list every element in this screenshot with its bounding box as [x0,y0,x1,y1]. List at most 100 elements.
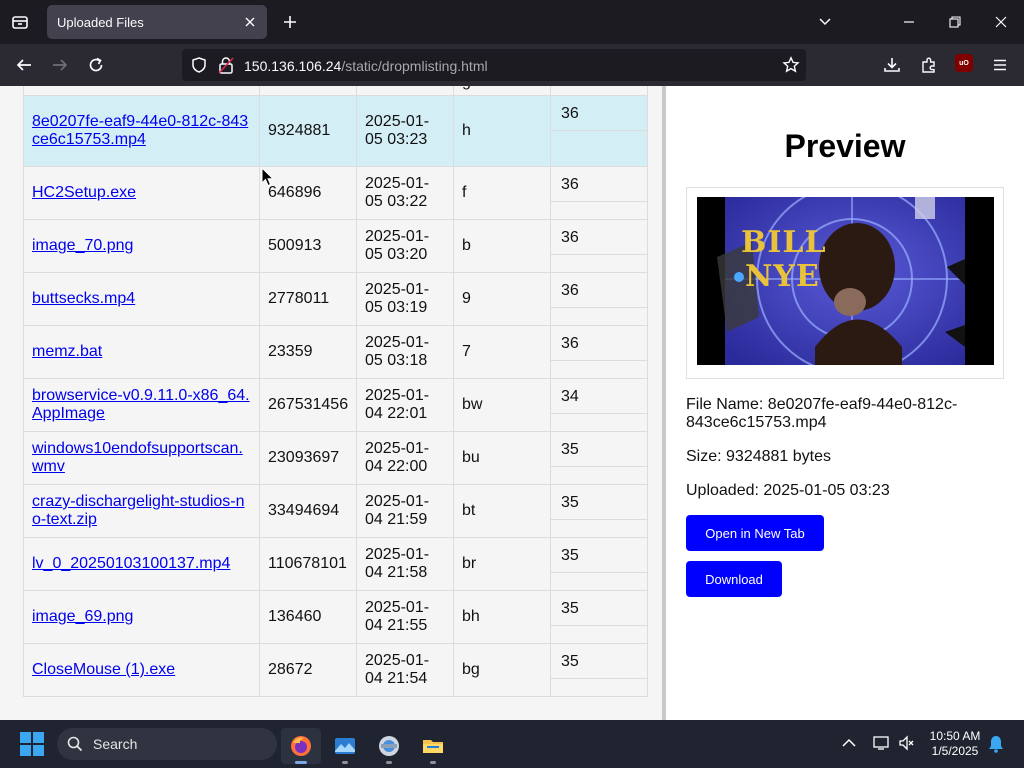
active-app-indicator [295,761,307,764]
new-tab-icon[interactable] [278,10,302,34]
photos-taskbar-icon[interactable] [325,728,365,764]
chevron-up-icon[interactable] [840,734,858,757]
notification-bell-icon[interactable] [988,735,1004,758]
tab-title: Uploaded Files [57,15,144,30]
windows-start-icon[interactable] [20,732,44,756]
tab-close-icon[interactable] [241,13,259,31]
file-link[interactable]: 8e0207fe-eaf9-44e0-812c-843ce6c15753.mp4 [32,113,248,148]
file-date-cell: 05 03:23 [356,86,454,96]
tab-uploaded-files[interactable]: Uploaded Files [47,5,267,39]
mouse-cursor-icon [261,166,275,192]
file-name-cell: image_69.png [23,590,260,644]
file-type-cell: bt [453,484,551,538]
file-count-cell: 35 [550,431,648,485]
preview-uploaded-date: Uploaded: 2025-01-05 03:23 [686,482,890,499]
file-name-cell: buttsecks.mp4 [23,272,260,326]
preview-frame: BILL NYE [686,187,1004,379]
table-row[interactable]: image_69.png 136460 2025-01-04 21:55 bh 35 [23,590,648,644]
file-count-cell: 35 [550,537,648,591]
table-row[interactable]: CloseMouse (1).exe 28672 2025-01-04 21:54 b… [23,643,648,697]
ublock-origin-icon[interactable]: uO [955,54,973,72]
bookmark-star-icon[interactable] [782,56,800,79]
video-caption-bill: BILL [741,225,827,260]
download-icon[interactable] [880,53,904,77]
file-link[interactable]: lv_0_20250103100137.mp4 [32,555,230,572]
url-text[interactable]: 150.136.106.24/static/dropmlisting.html [244,58,488,74]
table-row[interactable]: image_70.png 500913 2025-01-05 03:20 b 36 [23,219,648,273]
close-window-icon[interactable] [989,10,1013,34]
file-link[interactable]: HC2Setup.exe [32,184,136,201]
table-row[interactable]: memz.bat 23359 2025-01-05 03:18 7 36 [23,325,648,379]
file-link[interactable]: CloseMouse (1).exe [32,661,175,678]
file-link[interactable]: image_69.png [32,608,133,625]
table-row[interactable]: lv_0_20250103100137.mp4 110678101 2025-01-… [23,537,648,591]
file-date-cell: 2025-01-05 03:20 [356,219,454,273]
file-count-value: 35 [551,485,647,520]
file-type-cell: 9 [453,272,551,326]
file-size-cell: 23359 [259,325,357,379]
file-type-cell: g [453,86,551,96]
taskbar-clock[interactable]: 10:50 AM 1/5/2025 [922,729,988,759]
file-name-cell: 8e0207fe-eaf9-44e0-812c-843ce6c15753.mp4 [23,95,260,167]
file-date-cell: 2025-01-04 21:55 [356,590,454,644]
table-row[interactable]: 8e0207fe-eaf9-44e0-812c-843ce6c15753.mp4… [23,95,648,167]
table-row[interactable]: crazy-dischargelight-studios-no-text.zip… [23,484,648,538]
file-link[interactable]: browservice-v0.9.11.0-x86_64.AppImage [32,387,250,422]
video-caption-nye: NYE [745,259,820,294]
file-count-cell: 36 [550,95,648,167]
file-count-cell: 35 [550,484,648,538]
file-name-cell: HC2Setup.exe [23,166,260,220]
app-taskbar-icon[interactable] [369,728,409,764]
file-link[interactable]: memz.bat [32,343,102,360]
file-date-cell: 2025-01-04 22:00 [356,431,454,485]
file-count-cell: 36 [550,166,648,220]
back-arrow-icon[interactable] [12,53,36,77]
file-count-cell: 34 [550,378,648,432]
file-link[interactable]: image_70.png [32,237,133,254]
extensions-puzzle-icon[interactable] [917,53,941,77]
forward-arrow-icon[interactable] [48,53,72,77]
file-link[interactable]: buttsecks.mp4 [32,290,135,307]
file-link[interactable]: crazy-dischargelight-studios-no-text.zip [32,493,245,528]
open-in-new-tab-button[interactable]: Open in New Tab [686,515,824,551]
tab-list-icon[interactable] [8,10,32,34]
preview-file-name: File Name: 8e0207fe-eaf9-44e0-812c-843ce… [686,396,958,431]
network-icon[interactable] [872,734,890,757]
file-date-cell: 2025-01-04 21:54 [356,643,454,697]
hamburger-menu-icon[interactable] [988,53,1012,77]
minimize-icon[interactable] [897,10,921,34]
file-date-cell: 2025-01-05 03:19 [356,272,454,326]
file-link[interactable]: windows10endofsupportscan.wmv [32,440,243,475]
file-type-cell: bw [453,378,551,432]
address-bar[interactable]: 150.136.106.24/static/dropmlisting.html [182,49,806,81]
file-date-cell: 2025-01-04 22:01 [356,378,454,432]
table-row[interactable]: windows10endofsupportscan.wmv 23093697 202… [23,431,648,485]
search-icon [67,736,83,757]
shield-icon[interactable] [190,56,208,79]
table-row[interactable]: browservice-v0.9.11.0-x86_64.AppImage 267… [23,378,648,432]
table-row-partial: - 05 03:23 g [23,86,648,96]
download-button[interactable]: Download [686,561,782,597]
table-row[interactable]: buttsecks.mp4 2778011 2025-01-05 03:19 9 36 [23,272,648,326]
file-size-cell: 33494694 [259,484,357,538]
preview-file-size: Size: 9324881 bytes [686,448,831,465]
reload-icon[interactable] [84,53,108,77]
restore-icon[interactable] [943,10,967,34]
file-explorer-taskbar-icon[interactable] [413,728,453,764]
file-list-pane[interactable]: - 05 03:23 g 8e0207fe-eaf9-44e0-812c-843… [0,86,662,720]
running-app-indicator [430,761,436,764]
video-player[interactable]: BILL NYE [697,197,994,365]
browser-tab-bar: Uploaded Files [0,0,1024,44]
file-count-value: 35 [551,591,647,626]
taskbar-search-box[interactable]: Search [57,728,277,760]
file-size-cell: 500913 [259,219,357,273]
preview-pane: Preview BILL NYE File Name: 8e0207fe-eaf… [666,86,1024,720]
file-count-cell: 36 [550,325,648,379]
volume-muted-icon[interactable] [898,734,916,757]
chevron-down-icon[interactable] [813,10,837,34]
file-date-cell: 2025-01-05 03:22 [356,166,454,220]
insecure-lock-icon[interactable] [218,56,234,79]
firefox-taskbar-icon[interactable] [281,728,321,764]
file-name-cell: crazy-dischargelight-studios-no-text.zip [23,484,260,538]
table-row[interactable]: HC2Setup.exe 646896 2025-01-05 03:22 f 36 [23,166,648,220]
